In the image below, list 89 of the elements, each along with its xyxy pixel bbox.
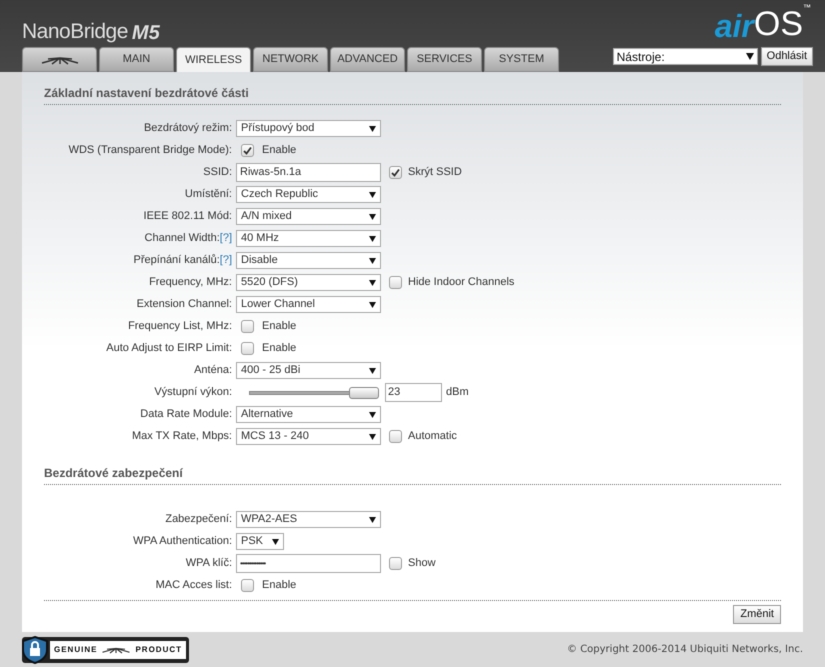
checkbox-label: Skrýt SSID — [408, 165, 462, 180]
logout-button[interactable]: Odhlásit — [760, 47, 813, 66]
dropdown-arrow-icon — [272, 538, 279, 544]
checkbox[interactable] — [389, 166, 402, 179]
dropdown-arrow-icon — [369, 368, 376, 374]
dropdown[interactable]: PSK — [236, 533, 284, 550]
dropdown[interactable]: WPA2-AES — [236, 511, 381, 528]
field-label: Frequency List, MHz: — [128, 319, 232, 334]
checkmark-icon — [243, 146, 252, 155]
save-button[interactable]: Změnit — [733, 605, 781, 624]
tools-dropdown[interactable]: Nástroje: — [612, 48, 758, 65]
field-label: IEEE 802.11 Mód: — [144, 209, 232, 224]
checkbox-label: Enable — [262, 578, 296, 594]
product-name: NanoBridge — [22, 19, 128, 45]
nav-tab[interactable]: SERVICES — [407, 47, 482, 72]
field-label: SSID: — [203, 165, 232, 180]
unit-label: dBm — [446, 385, 469, 400]
dropdown-arrow-icon — [746, 53, 754, 60]
dropdown-arrow-icon — [369, 236, 376, 242]
checkbox-label: Enable — [262, 341, 296, 356]
dropdown-arrow-icon — [369, 302, 376, 308]
nav-tab[interactable]: ADVANCED — [330, 47, 405, 72]
dropdown[interactable]: MCS 13 - 240 — [236, 428, 381, 445]
dropdown-arrow-icon — [369, 412, 376, 418]
dropdown-arrow-icon — [369, 214, 376, 220]
logo-tab[interactable] — [22, 47, 97, 72]
dropdown[interactable]: 400 - 25 dBi — [236, 362, 381, 379]
field-label: Channel Width: — [144, 231, 220, 246]
checkbox[interactable] — [389, 430, 402, 443]
dropdown[interactable]: Disable — [236, 252, 381, 269]
checkbox[interactable] — [241, 342, 254, 355]
dropdown[interactable]: Czech Republic — [236, 186, 381, 203]
checkbox[interactable] — [241, 144, 254, 157]
field-label: MAC Acces list: — [156, 578, 232, 594]
field-label: Extension Channel: — [136, 297, 232, 312]
model-name: M5 — [132, 20, 160, 46]
field-label: Anténa: — [194, 363, 232, 378]
field-label: WPA Authentication: — [133, 534, 232, 550]
checkmark-icon — [391, 168, 400, 177]
dropdown-arrow-icon — [369, 434, 376, 440]
password-field[interactable]: •••••••••••••• — [236, 554, 381, 573]
nav-tab[interactable]: SYSTEM — [484, 47, 559, 72]
field-label: Přepínání kanálů: — [134, 253, 220, 268]
checkbox-label: Enable — [262, 319, 296, 334]
dropdown[interactable]: Alternative — [236, 406, 381, 423]
field-label: Data Rate Module: — [140, 407, 232, 422]
checkbox[interactable] — [389, 276, 402, 289]
dropdown[interactable]: A/N mixed — [236, 208, 381, 225]
checkbox-label: Automatic — [408, 429, 457, 444]
dropdown[interactable]: 40 MHz — [236, 230, 381, 247]
checkbox-label: Enable — [262, 143, 296, 158]
help-link[interactable]: [?] — [220, 252, 232, 269]
field-label: Zabezpečení: — [165, 512, 232, 528]
lock-shield-icon — [22, 636, 48, 664]
power-field[interactable]: 23 — [385, 383, 442, 402]
dropdown[interactable]: Přístupový bod — [236, 120, 381, 137]
dropdown[interactable]: 5520 (DFS) — [236, 274, 381, 291]
badge-text: GENUINE — [54, 644, 98, 656]
section-title: Základní nastavení bezdrátové části — [44, 84, 781, 105]
field-label: Max TX Rate, Mbps: — [132, 429, 232, 444]
field-label: Bezdrátový režim: — [144, 121, 232, 136]
dropdown-arrow-icon — [369, 280, 376, 286]
airos-logo: airOS™ — [714, 2, 811, 46]
nav-tab[interactable]: WIRELESS — [176, 47, 251, 72]
checkbox-label: Hide Indoor Channels — [408, 275, 514, 290]
field-label: Výstupní výkon: — [154, 385, 232, 400]
nav-tab[interactable]: MAIN — [99, 47, 174, 72]
dropdown-arrow-icon — [369, 258, 376, 264]
field-label: WDS (Transparent Bridge Mode): — [68, 143, 232, 158]
dropdown-arrow-icon — [369, 516, 376, 522]
field-label: Frequency, MHz: — [149, 275, 232, 290]
field-label: WPA klíč: — [186, 556, 232, 572]
field-label: Auto Adjust to EIRP Limit: — [106, 341, 232, 356]
checkbox-label: Show — [408, 556, 436, 572]
section-title: Bezdrátové zabezpečení — [44, 464, 781, 485]
checkbox[interactable] — [389, 557, 402, 570]
nav-tab[interactable]: NETWORK — [253, 47, 328, 72]
antenna-logo-icon — [40, 54, 80, 64]
badge-text: PRODUCT — [135, 644, 182, 656]
checkbox[interactable] — [241, 320, 254, 333]
dropdown-arrow-icon — [369, 192, 376, 198]
text-field[interactable]: Riwas-5n.1a — [236, 163, 381, 182]
copyright-text: © Copyright 2006-2014 Ubiquiti Networks, Inc. — [567, 643, 803, 657]
help-link[interactable]: [?] — [220, 230, 232, 247]
checkbox[interactable] — [241, 579, 254, 592]
dropdown-arrow-icon — [369, 126, 376, 132]
dropdown[interactable]: Lower Channel — [236, 296, 381, 313]
slider-thumb[interactable] — [349, 386, 379, 398]
field-label: Umístění: — [184, 187, 232, 202]
